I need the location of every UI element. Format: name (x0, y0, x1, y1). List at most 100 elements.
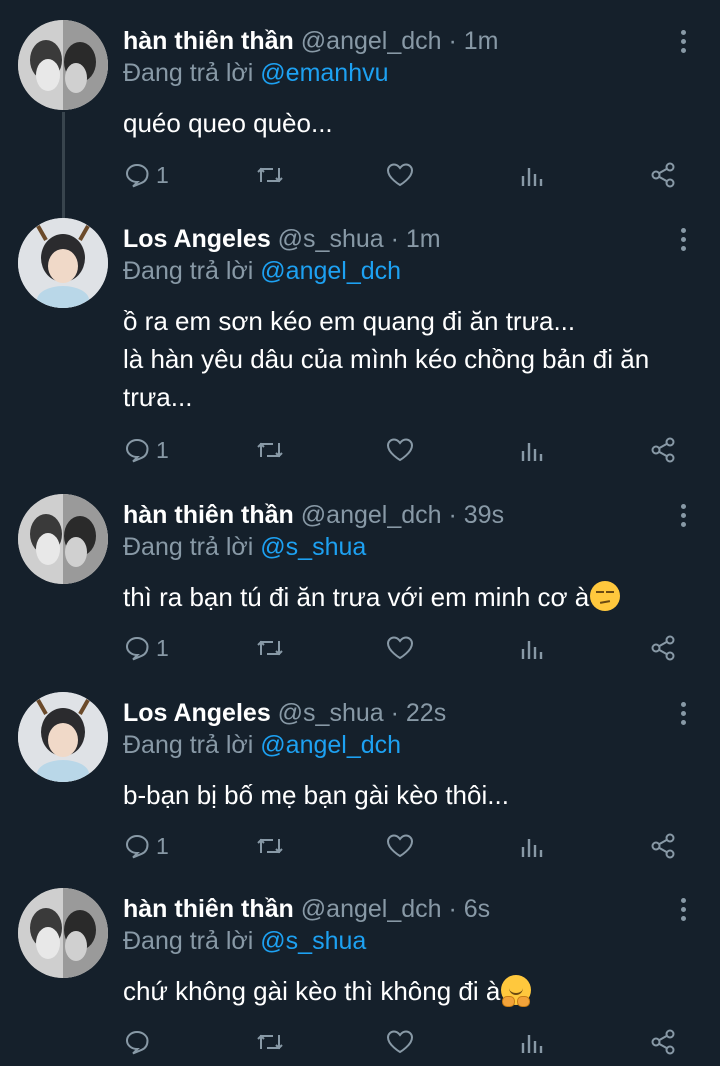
replying-to-handle[interactable]: @emanhvu (260, 59, 388, 87)
tweet-text-content: chứ không gài kèo thì không đi à (123, 976, 501, 1006)
share-button[interactable] (649, 628, 677, 668)
retweet-button[interactable] (255, 1022, 285, 1062)
user-handle[interactable]: @s_shua (278, 225, 384, 253)
avatar[interactable] (18, 692, 108, 782)
replying-to-handle[interactable]: @angel_dch (260, 257, 401, 285)
replying-to-label: Đang trả lời (123, 533, 254, 561)
like-button[interactable] (386, 155, 414, 195)
retweet-icon (257, 838, 283, 854)
share-button[interactable] (649, 1022, 677, 1062)
timestamp[interactable]: 39s (464, 501, 504, 529)
user-handle[interactable]: @angel_dch (301, 895, 442, 923)
share-button[interactable] (649, 430, 677, 470)
retweet-button[interactable] (255, 826, 285, 866)
share-icon (651, 162, 675, 188)
tweet-actions: 1 (0, 430, 720, 470)
display-name[interactable]: Los Angeles (123, 225, 271, 253)
more-options-icon[interactable] (668, 894, 698, 924)
reply-icon (125, 834, 149, 859)
retweet-icon (257, 167, 283, 183)
tweet-text-line: là hàn yêu dâu của mình kéo chồng bản đi… (123, 344, 650, 374)
share-icon (651, 437, 675, 463)
analytics-icon (521, 443, 543, 461)
reply-thread: hàn thiên thần @angel_dch · 1m Đang trả … (0, 0, 720, 1066)
tweet[interactable]: Los Angeles @s_shua · 22s Đang trả lời @… (0, 672, 720, 870)
user-handle[interactable]: @angel_dch (301, 501, 442, 529)
more-options-icon[interactable] (668, 698, 698, 728)
analytics-icon (521, 168, 543, 186)
avatar[interactable] (18, 494, 108, 584)
retweet-button[interactable] (255, 155, 285, 195)
analytics-icon (521, 1035, 543, 1053)
tweet-actions: 1 (0, 155, 720, 195)
tweet-text-content: thì ra bạn tú đi ăn trưa với em minh cơ … (123, 582, 590, 612)
reply-button[interactable]: 1 (124, 628, 169, 668)
reply-icon (125, 636, 149, 661)
reply-button[interactable]: 1 (124, 826, 169, 866)
more-options-icon[interactable] (668, 500, 698, 530)
user-handle[interactable]: @angel_dch (301, 27, 442, 55)
retweet-icon (257, 1034, 283, 1050)
tweet-text: b-bạn bị bố mẹ bạn gài kèo thôi... (123, 776, 693, 814)
replying-to: Đang trả lời @angel_dch (123, 728, 401, 762)
timestamp[interactable]: 22s (406, 699, 446, 727)
tweet[interactable]: hàn thiên thần @angel_dch · 39s Đang trả… (0, 474, 720, 672)
like-icon (386, 834, 414, 858)
retweet-icon (257, 640, 283, 656)
timestamp[interactable]: 1m (406, 225, 441, 253)
avatar[interactable] (18, 218, 108, 308)
analytics-button[interactable] (519, 430, 545, 470)
tweet-actions: 1 (0, 826, 720, 866)
reply-icon (125, 163, 149, 188)
share-button[interactable] (649, 155, 677, 195)
share-button[interactable] (649, 826, 677, 866)
reply-icon (125, 1030, 149, 1055)
display-name[interactable]: hàn thiên thần (123, 895, 294, 923)
like-button[interactable] (386, 1022, 414, 1062)
tweet-text-line: thì ra bạn tú đi ăn trưa với em minh cơ … (123, 578, 693, 616)
avatar[interactable] (18, 20, 108, 110)
user-handle[interactable]: @s_shua (278, 699, 384, 727)
reply-button[interactable]: 1 (124, 430, 169, 470)
like-button[interactable] (386, 826, 414, 866)
replying-to-label: Đang trả lời (123, 257, 254, 285)
tweet[interactable]: hàn thiên thần @angel_dch · 1m Đang trả … (0, 0, 720, 222)
replying-to-handle[interactable]: @s_shua (260, 533, 366, 561)
share-icon (651, 635, 675, 661)
display-name[interactable]: Los Angeles (123, 699, 271, 727)
tweet-text: thì ra bạn tú đi ăn trưa với em minh cơ … (123, 578, 693, 616)
replying-to-handle[interactable]: @angel_dch (260, 731, 401, 759)
tweet[interactable]: Los Angeles @s_shua · 1m Đang trả lời @a… (0, 198, 720, 474)
tweet-header: hàn thiên thần @angel_dch · 39s (123, 498, 504, 532)
tweet[interactable]: hàn thiên thần @angel_dch · 6s Đang trả … (0, 868, 720, 1066)
analytics-button[interactable] (519, 826, 545, 866)
reply-button[interactable] (124, 1022, 156, 1062)
like-button[interactable] (386, 430, 414, 470)
tweet-text: quéo queo quèo... (123, 104, 693, 142)
analytics-icon (521, 839, 543, 857)
display-name[interactable]: hàn thiên thần (123, 27, 294, 55)
timestamp[interactable]: 1m (464, 27, 499, 55)
reply-button[interactable]: 1 (124, 155, 169, 195)
tweet-actions (0, 1022, 720, 1062)
like-icon (386, 636, 414, 660)
replying-to-handle[interactable]: @s_shua (260, 927, 366, 955)
retweet-button[interactable] (255, 628, 285, 668)
analytics-button[interactable] (519, 155, 545, 195)
replying-to-label: Đang trả lời (123, 59, 254, 87)
separator-dot: · (448, 895, 457, 923)
replying-to: Đang trả lời @angel_dch (123, 254, 401, 288)
analytics-button[interactable] (519, 1022, 545, 1062)
retweet-button[interactable] (255, 430, 285, 470)
tweet-actions: 1 (0, 628, 720, 668)
analytics-button[interactable] (519, 628, 545, 668)
avatar[interactable] (18, 888, 108, 978)
reply-count: 1 (156, 635, 169, 661)
more-options-icon[interactable] (668, 224, 698, 254)
more-options-icon[interactable] (668, 26, 698, 56)
display-name[interactable]: hàn thiên thần (123, 501, 294, 529)
tweet-text: chứ không gài kèo thì không đi à (123, 972, 693, 1010)
share-icon (651, 1029, 675, 1055)
timestamp[interactable]: 6s (464, 895, 490, 923)
like-button[interactable] (386, 628, 414, 668)
